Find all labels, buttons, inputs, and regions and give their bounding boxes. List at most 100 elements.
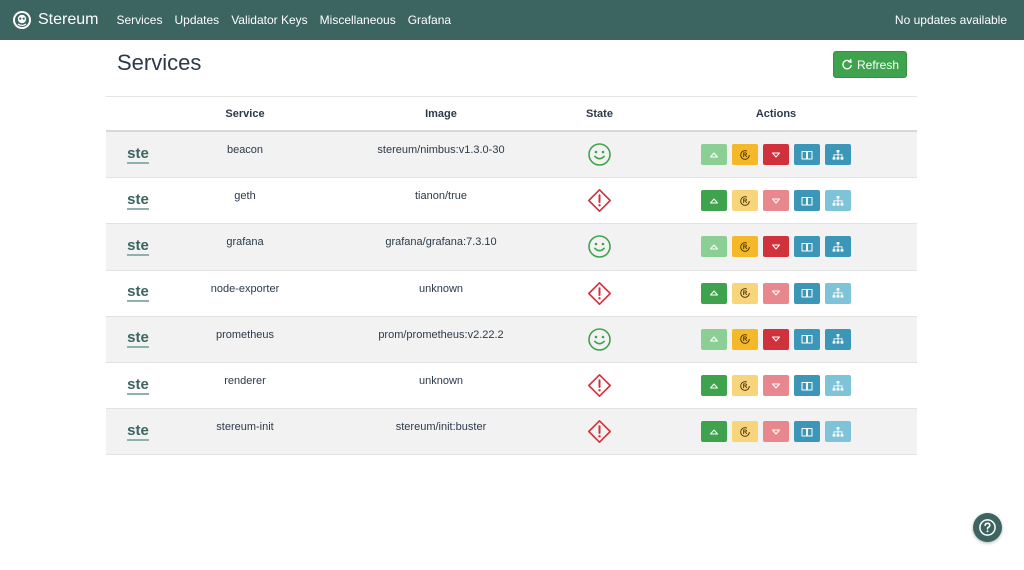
start-button[interactable]: [701, 421, 727, 443]
network-button[interactable]: [825, 144, 851, 166]
table-row: ste prometheus prom/prometheus:v2.22.2 R: [106, 316, 917, 363]
stop-button[interactable]: [763, 190, 789, 212]
stereum-logo-icon: [13, 11, 31, 29]
service-name: stereum-init: [216, 421, 274, 434]
logs-button[interactable]: [794, 144, 820, 166]
stop-button[interactable]: [763, 282, 789, 304]
service-actions: R: [637, 421, 915, 443]
refresh-label: Refresh: [856, 57, 900, 72]
book-icon: [801, 335, 813, 344]
service-name: grafana: [226, 236, 264, 249]
refresh-button[interactable]: Refresh: [833, 51, 907, 78]
table-row: ste stereum-init stereum/init:buster R: [106, 409, 917, 456]
svg-text:R: R: [743, 338, 748, 344]
nav-link-services[interactable]: Services: [116, 13, 162, 27]
network-button[interactable]: [825, 236, 851, 258]
stop-button[interactable]: [763, 421, 789, 443]
warning-diamond-icon: [588, 374, 611, 398]
stop-button[interactable]: [763, 144, 789, 166]
network-button[interactable]: [825, 375, 851, 397]
nav-link-miscellaneous[interactable]: Miscellaneous: [320, 13, 396, 27]
triangle-up-icon: [710, 336, 718, 342]
start-button[interactable]: [701, 190, 727, 212]
network-button[interactable]: [825, 190, 851, 212]
book-icon: [801, 427, 813, 437]
restart-button[interactable]: R: [732, 190, 758, 212]
network-icon: [832, 334, 844, 344]
service-state: [562, 373, 637, 398]
svg-text:R: R: [743, 245, 748, 251]
triangle-up-icon: [710, 290, 718, 296]
svg-text:R: R: [743, 199, 748, 205]
stop-button[interactable]: [763, 328, 789, 350]
header-state: State: [586, 107, 613, 120]
network-icon: [832, 195, 844, 206]
warning-diamond-icon: [588, 189, 611, 213]
restart-icon: R: [740, 334, 750, 345]
service-image: unknown: [418, 374, 464, 387]
service-image: stereum/init:buster: [395, 421, 487, 434]
service-state: [562, 142, 637, 167]
stop-button[interactable]: [763, 236, 789, 258]
help-button[interactable]: [973, 513, 1002, 542]
logs-button[interactable]: [794, 421, 820, 443]
restart-icon: R: [740, 288, 750, 298]
service-actions: R: [637, 375, 915, 397]
restart-button[interactable]: R: [732, 375, 758, 397]
nav-link-validator-keys[interactable]: Validator Keys: [231, 13, 307, 27]
restart-icon: R: [740, 149, 750, 160]
restart-icon: R: [740, 380, 750, 391]
network-icon: [832, 380, 844, 391]
table-header: Service Image State Actions: [106, 97, 917, 132]
nav-link-grafana[interactable]: Grafana: [408, 13, 451, 27]
start-button[interactable]: [701, 236, 727, 258]
table-row: ste geth tianon/true R: [106, 178, 917, 225]
table-row: ste renderer unknown R: [106, 362, 917, 410]
restart-button[interactable]: R: [732, 328, 758, 350]
service-image: stereum/nimbus:v1.3.0-30: [377, 144, 505, 156]
triangle-down-icon: [772, 429, 780, 435]
service-name: node-exporter: [210, 282, 280, 295]
table-body: ste beacon stereum/nimbus:v1.3.0-30 Rste get…: [106, 132, 917, 456]
book-icon: [801, 242, 813, 252]
service-logo: ste: [127, 144, 149, 164]
service-logo: ste: [127, 236, 149, 256]
service-logo: ste: [127, 375, 149, 395]
service-image: prom/prometheus:v2.22.2: [378, 328, 504, 341]
network-button[interactable]: [825, 421, 851, 443]
logs-button[interactable]: [794, 190, 820, 212]
service-logo-cell: ste: [106, 146, 170, 164]
service-name: prometheus: [215, 328, 275, 341]
services-table: Service Image State Actions ste beacon ste…: [106, 96, 917, 456]
table-row: ste node-exporter unknown R: [106, 270, 917, 317]
restart-button[interactable]: R: [732, 236, 758, 258]
start-button[interactable]: [701, 375, 727, 397]
book-icon: [801, 150, 813, 160]
book-icon: [801, 289, 813, 298]
service-logo: ste: [127, 190, 149, 210]
restart-button[interactable]: R: [732, 421, 758, 443]
question-circle-icon: [979, 519, 996, 536]
network-button[interactable]: [825, 282, 851, 304]
logs-button[interactable]: [794, 375, 820, 397]
restart-button[interactable]: R: [732, 144, 758, 166]
start-button[interactable]: [701, 282, 727, 304]
nav-links: Services Updates Validator Keys Miscella…: [116, 13, 463, 27]
brand[interactable]: Stereum: [12, 10, 98, 30]
nav-link-updates[interactable]: Updates: [174, 13, 219, 27]
logs-button[interactable]: [794, 282, 820, 304]
logs-button[interactable]: [794, 236, 820, 258]
start-button[interactable]: [701, 144, 727, 166]
service-logo-cell: ste: [106, 284, 170, 303]
network-button[interactable]: [825, 328, 851, 350]
triangle-down-icon: [772, 383, 780, 389]
logs-button[interactable]: [794, 328, 820, 350]
brand-name: Stereum: [38, 11, 99, 28]
warning-diamond-icon: [588, 420, 611, 444]
start-button[interactable]: [701, 328, 727, 350]
top-navbar: Stereum Services Updates Validator Keys …: [0, 0, 1024, 40]
table-row: ste grafana grafana/grafana:7.3.10 R: [106, 224, 917, 271]
triangle-down-icon: [772, 290, 780, 296]
stop-button[interactable]: [763, 375, 789, 397]
restart-button[interactable]: R: [732, 282, 758, 304]
